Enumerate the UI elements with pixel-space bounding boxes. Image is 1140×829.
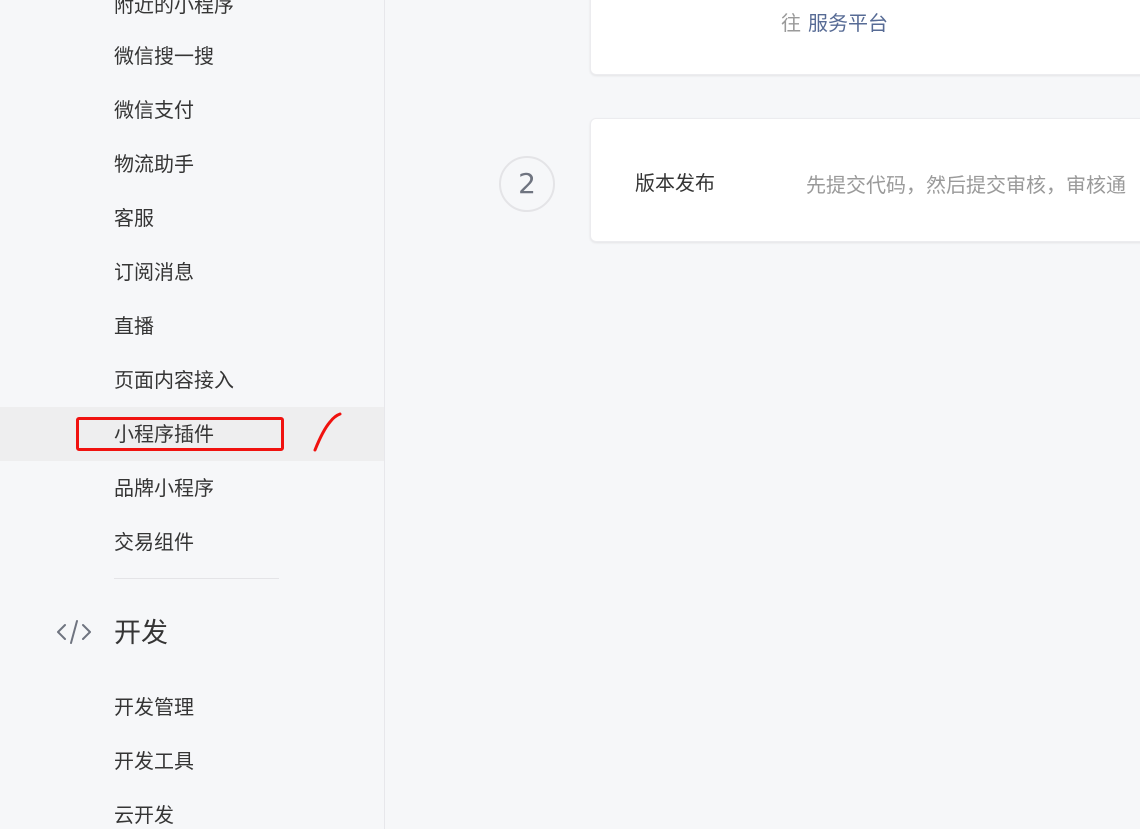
sidebar-item-cloud-dev[interactable]: 云开发 [0,788,384,829]
sidebar-item-miniprogram-plugin[interactable]: 小程序插件 [0,407,384,461]
sidebar-item-label: 客服 [114,206,154,230]
step-card-previous: 往 服务平台 [590,0,1140,75]
section-title: 开发 [114,618,168,649]
sidebar-item-label: 微信支付 [114,98,194,122]
sidebar-item-wechat-search[interactable]: 微信搜一搜 [0,29,384,83]
sidebar-item-label: 页面内容接入 [114,368,234,392]
sidebar-item-label: 云开发 [114,803,174,827]
sidebar-item-label: 附近的小程序 [114,0,234,17]
code-icon [57,620,91,644]
sidebar-item-nearby-miniprogram[interactable]: 附近的小程序 [0,0,384,32]
sidebar-item-dev-tools[interactable]: 开发工具 [0,734,384,788]
sidebar-item-subscribe-message[interactable]: 订阅消息 [0,245,384,299]
card-text-prefix: 往 [781,11,801,35]
sidebar-item-customer-service[interactable]: 客服 [0,191,384,245]
step-title: 版本发布 [635,171,715,195]
sidebar-item-dev-management[interactable]: 开发管理 [0,680,384,734]
sidebar-item-logistics[interactable]: 物流助手 [0,137,384,191]
step-number-badge: 2 [499,156,555,212]
sidebar-item-label: 微信搜一搜 [114,44,214,68]
sidebar-divider [114,578,279,579]
sidebar-section-dev: 开发 [54,608,374,660]
sidebar: 附近的小程序 微信搜一搜 微信支付 物流助手 客服 订阅消息 直播 页面内容接入… [0,0,385,829]
page: 附近的小程序 微信搜一搜 微信支付 物流助手 客服 订阅消息 直播 页面内容接入… [0,0,1140,829]
sidebar-item-page-content[interactable]: 页面内容接入 [0,353,384,407]
service-platform-link[interactable]: 服务平台 [808,7,888,36]
sidebar-item-live[interactable]: 直播 [0,299,384,353]
sidebar-item-label: 订阅消息 [114,260,194,284]
sidebar-item-label: 开发工具 [114,749,194,773]
step-description: 先提交代码，然后提交审核，审核通 [806,173,1126,197]
sidebar-item-brand-miniprogram[interactable]: 品牌小程序 [0,461,384,515]
main-content: 往 服务平台 2 版本发布 先提交代码，然后提交审核，审核通 [385,0,1140,829]
step-card-release: 版本发布 先提交代码，然后提交审核，审核通 [590,118,1140,242]
sidebar-item-label: 品牌小程序 [114,476,214,500]
sidebar-item-label: 物流助手 [114,152,194,176]
sidebar-item-label: 开发管理 [114,695,194,719]
sidebar-item-label: 小程序插件 [114,422,214,446]
sidebar-item-label: 直播 [114,314,154,338]
sidebar-item-label: 交易组件 [114,530,194,554]
sidebar-item-trade-component[interactable]: 交易组件 [0,515,384,569]
sidebar-item-wechat-pay[interactable]: 微信支付 [0,83,384,137]
